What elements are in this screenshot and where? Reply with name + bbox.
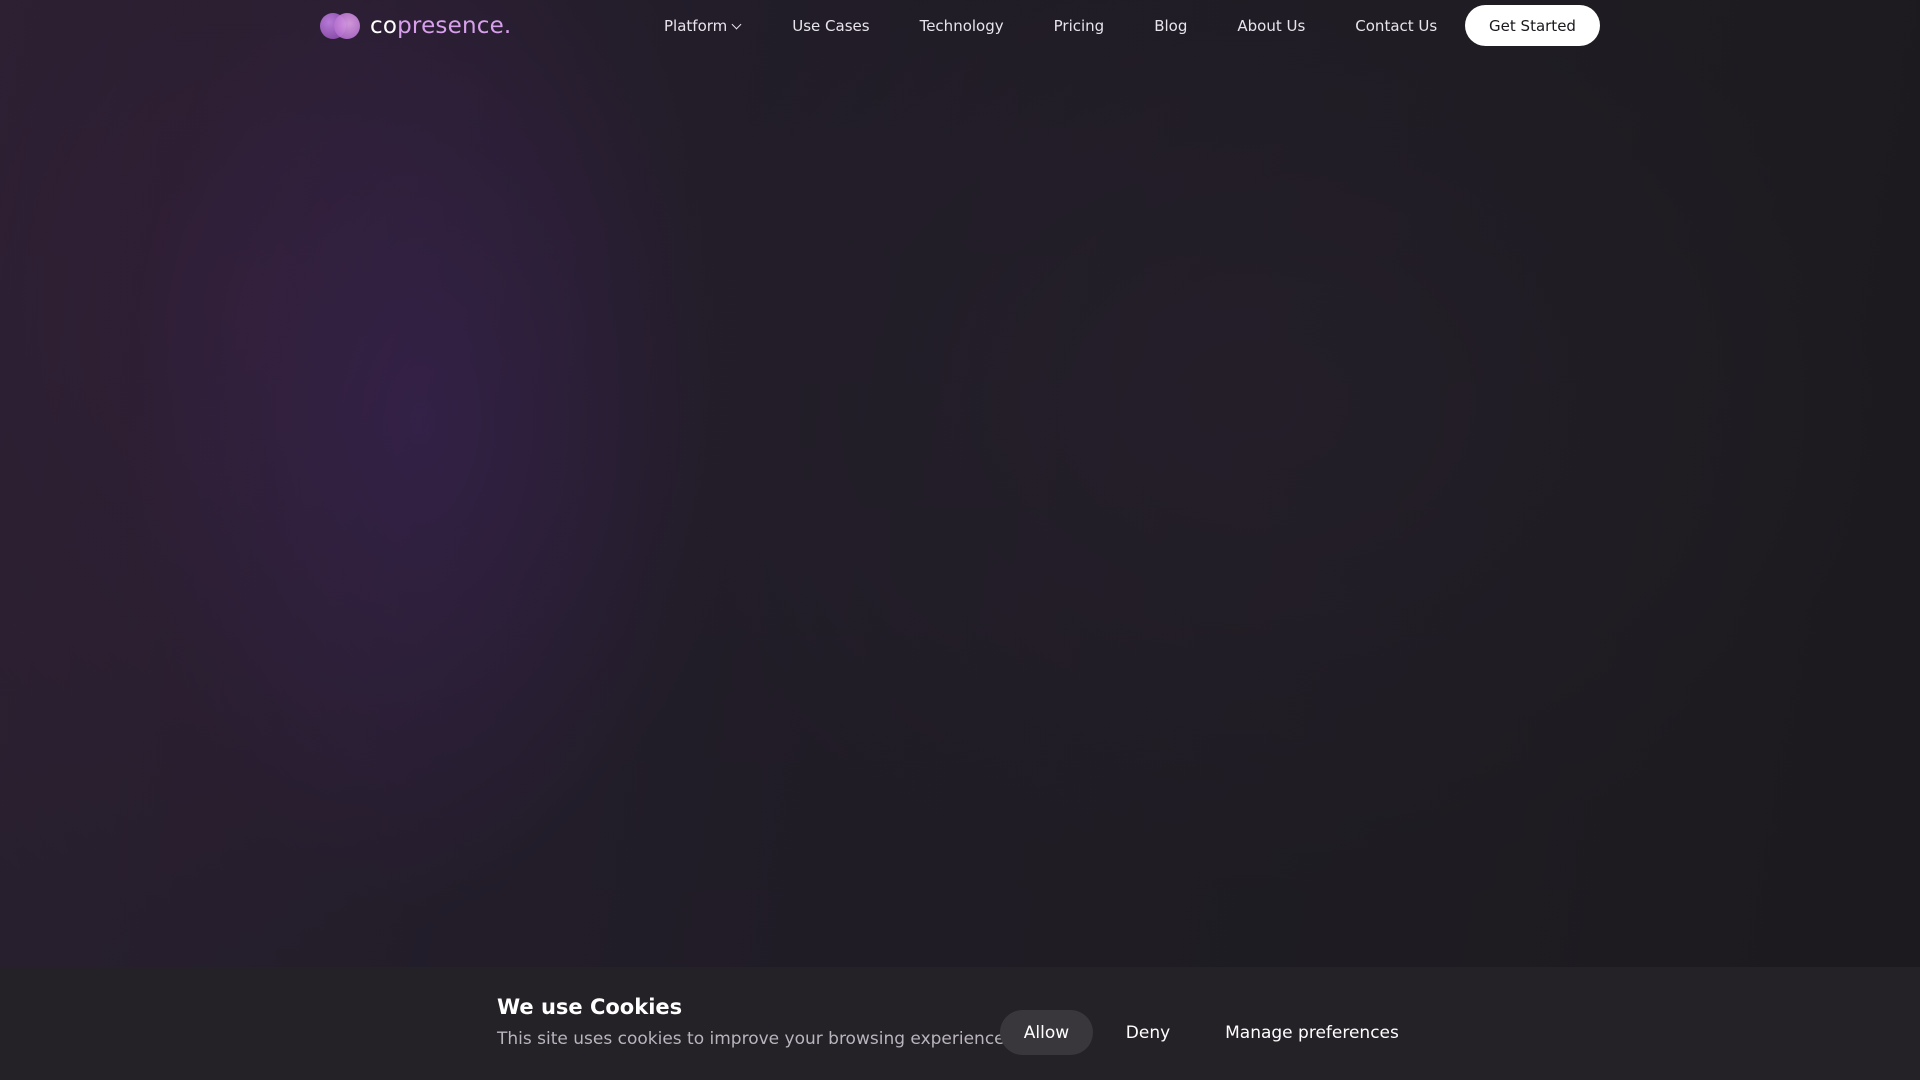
nav-item-contact-us[interactable]: Contact Us — [1355, 17, 1437, 35]
nav-item-label: Technology — [919, 17, 1004, 35]
top-navigation: copresence. Platform Use Cases Technolog… — [0, 0, 1920, 52]
cookie-banner-title: We use Cookies — [497, 995, 683, 1019]
cookie-banner: We use Cookies This site uses cookies to… — [0, 967, 1920, 1080]
nav-item-label: About Us — [1237, 17, 1306, 35]
overlapping-circles-logo-icon — [320, 12, 362, 40]
deny-cookies-button[interactable]: Deny — [1112, 1010, 1184, 1055]
brand-name-rest: presence. — [397, 13, 512, 39]
hero-background — [0, 0, 1920, 1080]
nav-item-label: Platform — [664, 17, 728, 35]
nav-item-platform[interactable]: Platform — [664, 17, 742, 35]
main-menu: Platform Use Cases Technology Pricing Bl… — [640, 0, 1437, 52]
nav-item-blog[interactable]: Blog — [1154, 17, 1187, 35]
manage-preferences-button[interactable]: Manage preferences — [1216, 1010, 1408, 1055]
chevron-down-icon — [731, 19, 742, 29]
allow-cookies-button[interactable]: Allow — [1000, 1010, 1093, 1055]
nav-item-pricing[interactable]: Pricing — [1054, 17, 1105, 35]
nav-item-label: Blog — [1154, 17, 1188, 35]
brand-name-prefix: co — [370, 13, 398, 39]
nav-item-label: Pricing — [1053, 17, 1105, 35]
brand-name: copresence. — [370, 12, 511, 40]
nav-item-use-cases[interactable]: Use Cases — [792, 17, 869, 35]
get-started-button[interactable]: Get Started — [1465, 5, 1600, 46]
cookie-banner-message: This site uses cookies to improve your b… — [497, 1029, 1011, 1049]
nav-item-technology[interactable]: Technology — [920, 17, 1004, 35]
nav-item-label: Contact Us — [1355, 17, 1438, 35]
brand-logo[interactable]: copresence. — [320, 12, 511, 40]
nav-item-about-us[interactable]: About Us — [1237, 17, 1305, 35]
nav-item-label: Use Cases — [792, 17, 870, 35]
